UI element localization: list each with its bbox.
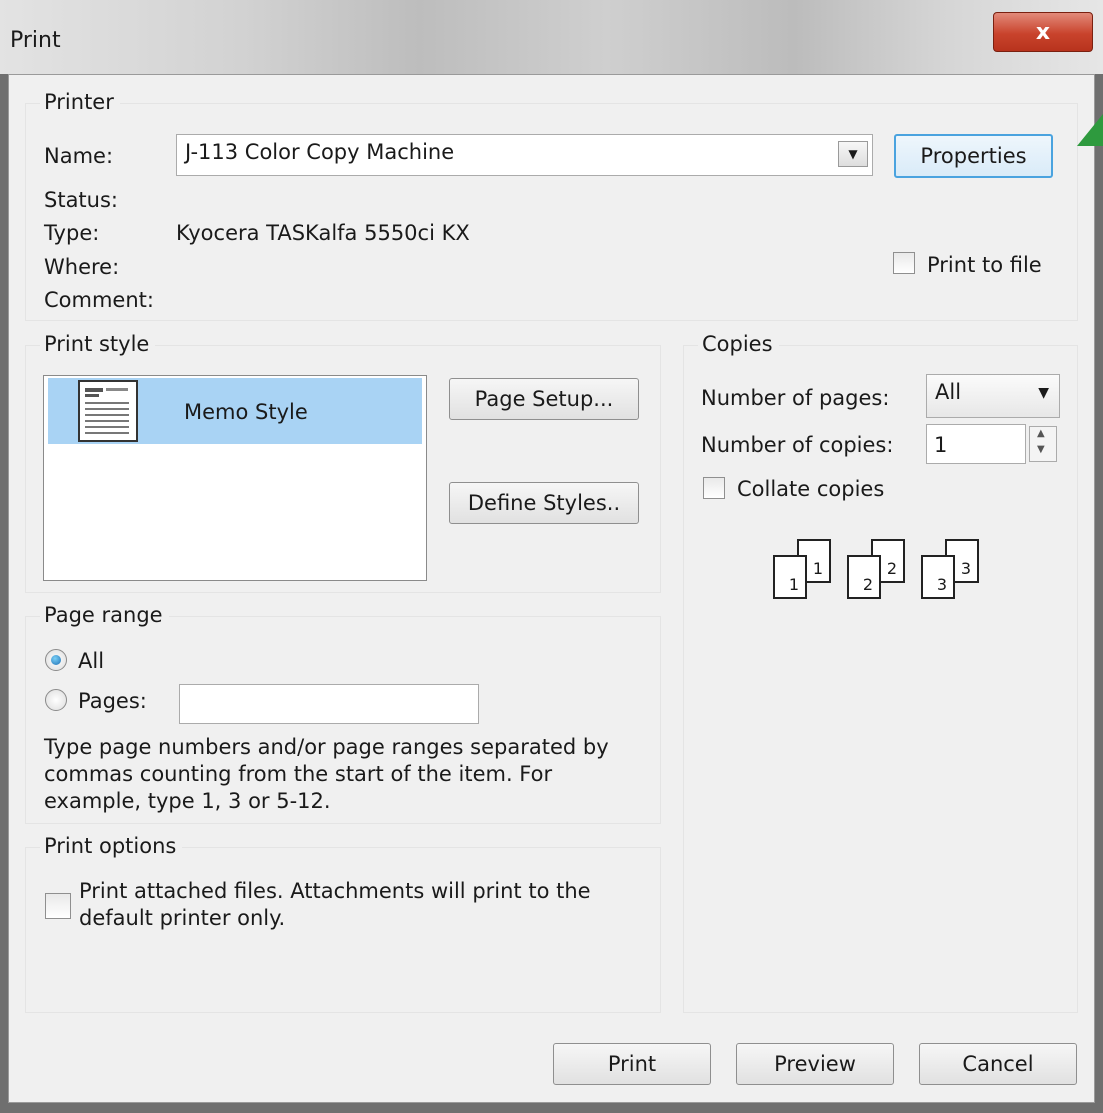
page-range-hint-line2: commas counting from the start of the it… <box>44 762 553 786</box>
list-item-label: Memo Style <box>184 400 308 424</box>
collate-copies-checkbox[interactable] <box>703 477 725 499</box>
collate-copies-label[interactable]: Collate copies <box>737 477 884 501</box>
print-to-file-label[interactable]: Print to file <box>927 253 1042 277</box>
printer-comment-label: Comment: <box>44 288 154 312</box>
properties-button[interactable]: Properties <box>894 134 1053 178</box>
print-attached-files-line1[interactable]: Print attached files. Attachments will p… <box>79 879 591 903</box>
printer-group-label: Printer <box>40 90 120 114</box>
collate-page-icon: 1 <box>773 555 807 599</box>
print-style-list[interactable]: Memo Style <box>43 375 427 581</box>
print-button[interactable]: Print <box>553 1043 711 1085</box>
page-range-all-label[interactable]: All <box>78 649 104 673</box>
page-range-pages-label[interactable]: Pages: <box>78 689 147 713</box>
printer-where-label: Where: <box>44 255 120 279</box>
number-of-pages-value: All <box>935 380 962 404</box>
collate-page-icon: 3 <box>921 555 955 599</box>
page-range-hint-line1: Type page numbers and/or page ranges sep… <box>44 735 609 759</box>
printer-name-value: J-113 Color Copy Machine <box>185 140 455 164</box>
pages-input[interactable] <box>179 684 479 724</box>
print-attached-files-checkbox[interactable] <box>45 893 71 919</box>
number-of-copies-label: Number of copies: <box>701 433 894 457</box>
chevron-down-icon: ▼ <box>1038 385 1049 401</box>
chevron-down-icon[interactable]: ▼ <box>838 141 868 167</box>
printer-status-label: Status: <box>44 188 118 212</box>
page-range-group-label: Page range <box>40 603 169 627</box>
spin-down-icon[interactable]: ▼ <box>1037 444 1045 455</box>
print-options-group: Print options <box>25 834 661 1013</box>
window-title: Print <box>10 28 61 53</box>
number-of-pages-select[interactable]: All ▼ <box>926 374 1060 418</box>
print-dialog-body: Printer Name: J-113 Color Copy Machine ▼… <box>8 74 1095 1103</box>
print-attached-files-line2[interactable]: default printer only. <box>79 906 285 930</box>
number-of-pages-label: Number of pages: <box>701 386 890 410</box>
title-bar: Print x <box>0 0 1103 74</box>
printer-name-label: Name: <box>44 144 114 168</box>
spin-up-icon[interactable]: ▲ <box>1037 428 1045 439</box>
define-styles-button[interactable]: Define Styles.. <box>449 482 639 524</box>
page-range-pages-radio[interactable] <box>45 689 67 711</box>
printer-type-value: Kyocera TASKalfa 5550ci KX <box>176 221 470 245</box>
print-to-file-checkbox[interactable] <box>893 252 915 274</box>
copies-spinner[interactable]: ▲ ▼ <box>1029 426 1057 462</box>
collate-page-icon: 2 <box>847 555 881 599</box>
print-style-group-label: Print style <box>40 332 156 356</box>
page-range-all-radio[interactable] <box>45 649 67 671</box>
page-range-hint-line3: example, type 1, 3 or 5-12. <box>44 789 331 813</box>
number-of-copies-value: 1 <box>934 433 948 457</box>
close-button[interactable]: x <box>993 12 1093 52</box>
cancel-button[interactable]: Cancel <box>919 1043 1077 1085</box>
printer-type-label: Type: <box>44 221 100 245</box>
page-setup-button[interactable]: Page Setup... <box>449 378 639 420</box>
number-of-copies-input[interactable]: 1 <box>926 424 1026 464</box>
copies-group-label: Copies <box>698 332 779 356</box>
memo-style-icon <box>78 380 138 442</box>
printer-name-select[interactable]: J-113 Color Copy Machine ▼ <box>176 134 873 176</box>
preview-button[interactable]: Preview <box>736 1043 894 1085</box>
print-options-group-label: Print options <box>40 834 183 858</box>
list-item[interactable]: Memo Style <box>48 378 422 444</box>
close-icon: x <box>1035 19 1051 45</box>
green-arrow-icon <box>1077 114 1103 146</box>
